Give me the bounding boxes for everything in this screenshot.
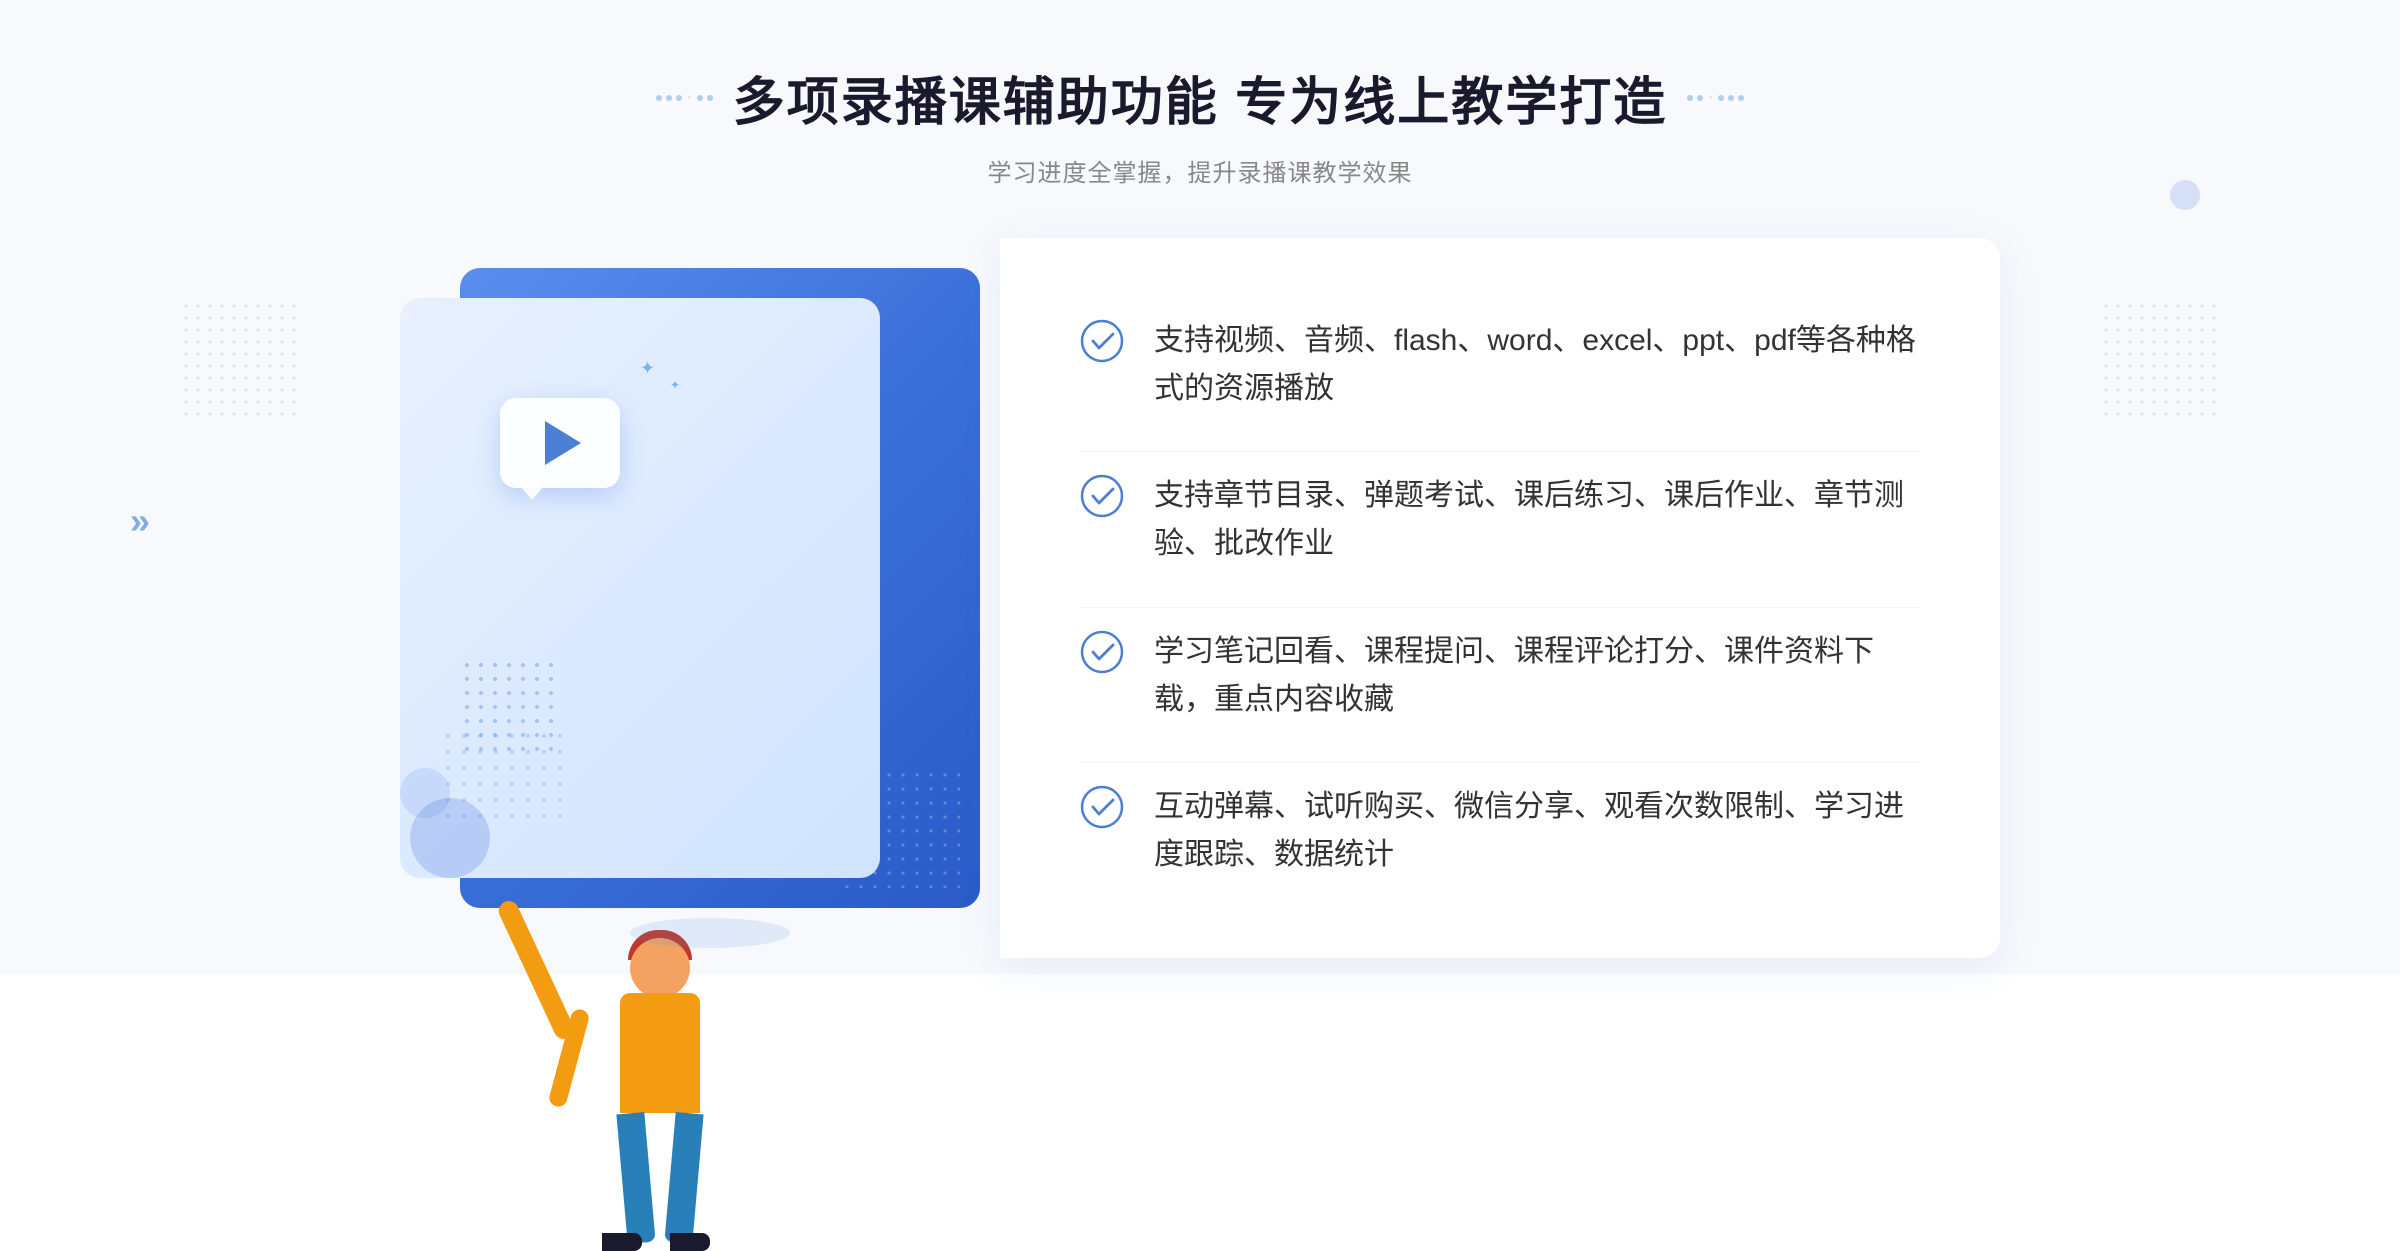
- illustration-area: « ✦ ✦: [400, 238, 1020, 958]
- sparkle-2: ✦: [670, 378, 680, 392]
- feature-text-1: 支持视频、音频、flash、word、excel、ppt、pdf等各种格式的资源…: [1154, 317, 1920, 413]
- header-title-row: 多项录播课辅助功能 专为线上教学打造: [656, 60, 1744, 135]
- figure-area: [520, 418, 800, 938]
- sub-title: 学习进度全掌握，提升录播课教学效果: [656, 153, 1744, 188]
- features-area: 支持视频、音频、flash、word、excel、ppt、pdf等各种格式的资源…: [1000, 238, 2000, 958]
- person-shadow: [630, 918, 790, 948]
- title-decorator-left: [656, 95, 713, 101]
- feature-item-2: 支持章节目录、弹题考试、课后练习、课后作业、章节测验、批改作业: [1080, 451, 1920, 588]
- feature-item-1: 支持视频、音频、flash、word、excel、ppt、pdf等各种格式的资源…: [1080, 297, 1920, 433]
- person-leg-left: [616, 1112, 655, 1244]
- feature-item-4: 互动弹幕、试听购买、微信分享、观看次数限制、学习进度跟踪、数据统计: [1080, 762, 1920, 899]
- page-container: » 多项录播课辅助功能 专为线上教学打造 学习进度全掌握，提升录播课教学效果: [0, 0, 2400, 974]
- check-circle-icon-2: [1080, 474, 1124, 518]
- content-area: « ✦ ✦: [400, 238, 2000, 958]
- blue-circle-deco-2: [400, 768, 450, 818]
- person-torso: [620, 993, 700, 1113]
- person-leg-right: [664, 1112, 703, 1244]
- dot-pattern-left: [180, 300, 300, 420]
- person-shoe-left: [602, 1233, 642, 1251]
- header-section: 多项录播课辅助功能 专为线上教学打造 学习进度全掌握，提升录播课教学效果: [656, 60, 1744, 188]
- check-circle-icon-3: [1080, 630, 1124, 674]
- title-decorator-right: [1687, 95, 1744, 101]
- feature-item-3: 学习笔记回看、课程提问、课程评论打分、课件资料下载，重点内容收藏: [1080, 607, 1920, 744]
- person-shoe-right: [670, 1233, 710, 1251]
- check-circle-icon-1: [1080, 319, 1124, 363]
- feature-text-4: 互动弹幕、试听购买、微信分享、观看次数限制、学习进度跟踪、数据统计: [1154, 783, 1920, 879]
- small-circle-decoration: [2170, 180, 2200, 210]
- feature-text-2: 支持章节目录、弹题考试、课后练习、课后作业、章节测验、批改作业: [1154, 472, 1920, 568]
- chevron-left-decoration: »: [130, 500, 150, 542]
- main-title: 多项录播课辅助功能 专为线上教学打造: [733, 60, 1667, 135]
- check-circle-icon-4: [1080, 785, 1124, 829]
- feature-text-3: 学习笔记回看、课程提问、课程评论打分、课件资料下载，重点内容收藏: [1154, 628, 1920, 724]
- person-arm-right: [496, 898, 578, 1042]
- dot-pattern-right: [2100, 300, 2220, 420]
- sparkle-1: ✦: [640, 358, 655, 379]
